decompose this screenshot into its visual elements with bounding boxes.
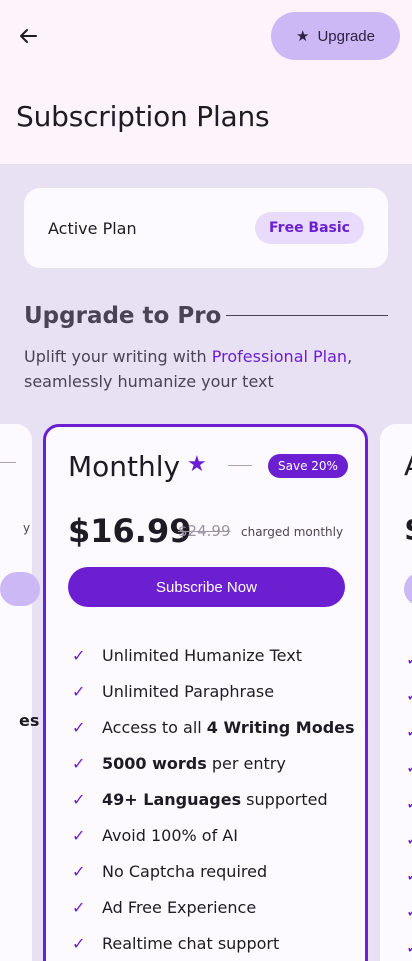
check-icon: ✓ — [72, 753, 86, 773]
active-plan-label: Active Plan — [48, 219, 137, 238]
feature-item: ✓ Realtime chat support — [68, 925, 368, 961]
arrow-left-icon[interactable] — [14, 22, 42, 50]
check-icon: ✓ — [72, 825, 86, 845]
plan-billing-note: charged monthly — [241, 525, 344, 539]
plan-price: $16.99 — [68, 512, 192, 550]
subtitle-highlight: Professional Plan — [211, 347, 348, 366]
feature-text-bold: 5000 words — [102, 753, 207, 773]
upgrade-button[interactable]: ★ Upgrade — [271, 12, 400, 60]
plan-divider — [0, 462, 16, 463]
star-icon: ★ — [187, 452, 207, 477]
upgrade-section-title: Upgrade to Pro — [24, 303, 222, 329]
feature-text-part: Access to all — [102, 717, 207, 737]
feature-text: Unlimited Humanize Text — [102, 645, 302, 665]
feature-text: No Captcha required — [102, 861, 268, 881]
feature-text: Avoid 100% of AI — [102, 825, 238, 845]
subscribe-button[interactable]: Subscribe Now — [68, 567, 345, 607]
feature-text: 5000 words per entry — [102, 754, 286, 773]
feature-text: Realtime chat support — [102, 933, 280, 953]
feature-item: ✓ 5000 words per entry — [68, 745, 368, 781]
feature-text-part: supported — [241, 789, 328, 809]
plan-card-previous[interactable]: y es — [0, 424, 40, 961]
feature-text: Ad Free Experience — [102, 897, 257, 917]
check-icon: ✓ — [72, 897, 86, 917]
feature-item: ✓ Unlimited Paraphrase — [68, 673, 368, 709]
feature-text: 49+ Languages supported — [102, 790, 328, 809]
check-icon: ✓ — [72, 933, 86, 953]
check-icon: ✓ — [72, 717, 86, 737]
subscription-page: ★ Upgrade Subscription Plans Active Plan… — [0, 0, 412, 961]
feature-text: Unlimited Paraphrase — [102, 681, 275, 701]
star-icon: ★ — [296, 27, 310, 45]
check-icon: ✓ — [72, 645, 86, 665]
feature-item: ✓ No Captcha required — [68, 853, 368, 889]
feature-item: ✓ 49+ Languages supported — [68, 781, 368, 817]
plan-old-price: $24.99 — [178, 522, 231, 540]
check-icon: ✓ — [72, 681, 86, 701]
upgrade-section-subtitle: Uplift your writing with Professional Pl… — [24, 344, 394, 394]
check-icon: ✓✓✓✓✓✓✓✓✓ — [406, 642, 412, 961]
feature-text-bold: 4 Writing Modes — [206, 717, 355, 737]
feature-item: ✓ Access to all 4 Writing Modes — [68, 709, 368, 745]
save-badge: Save 20% — [268, 454, 348, 478]
feature-list: ✓ Unlimited Humanize Text ✓ Unlimited Para… — [68, 637, 368, 961]
page-title: Subscription Plans — [16, 100, 270, 133]
plan-price-partial: $ — [404, 510, 412, 548]
plan-feature-partial: es — [19, 711, 40, 730]
check-icon: ✓ — [72, 789, 86, 809]
section-divider — [226, 315, 388, 316]
feature-item: ✓ Unlimited Humanize Text — [68, 637, 368, 673]
plans-section: Active Plan Free Basic Upgrade to Pro Up… — [0, 164, 412, 961]
plan-divider — [228, 465, 252, 466]
subscribe-button-partial[interactable] — [0, 572, 40, 606]
feature-text-part: per entry — [206, 753, 286, 773]
plan-charged-partial: y — [23, 521, 31, 535]
active-plan-card: Active Plan Free Basic — [24, 188, 388, 268]
feature-text: Access to all 4 Writing Modes — [102, 718, 355, 737]
check-icon: ✓ — [72, 861, 86, 881]
plan-card-next[interactable]: A $ ✓✓✓✓✓✓✓✓✓ — [380, 424, 412, 961]
plan-card-monthly[interactable]: Monthly ★ Save 20% $16.99 $24.99 charged… — [43, 424, 368, 961]
subtitle-text: Uplift your writing with — [24, 347, 212, 366]
feature-text-bold: 49+ Languages — [102, 789, 242, 809]
subscribe-button-partial[interactable] — [404, 572, 412, 606]
feature-item: ✓ Ad Free Experience — [68, 889, 368, 925]
feature-item: ✓ Avoid 100% of AI — [68, 817, 368, 853]
upgrade-label: Upgrade — [317, 27, 375, 45]
plan-name-partial: A — [404, 449, 412, 482]
plan-name: Monthly — [68, 450, 181, 483]
active-plan-badge: Free Basic — [255, 212, 364, 244]
header: ★ Upgrade Subscription Plans — [0, 0, 412, 164]
